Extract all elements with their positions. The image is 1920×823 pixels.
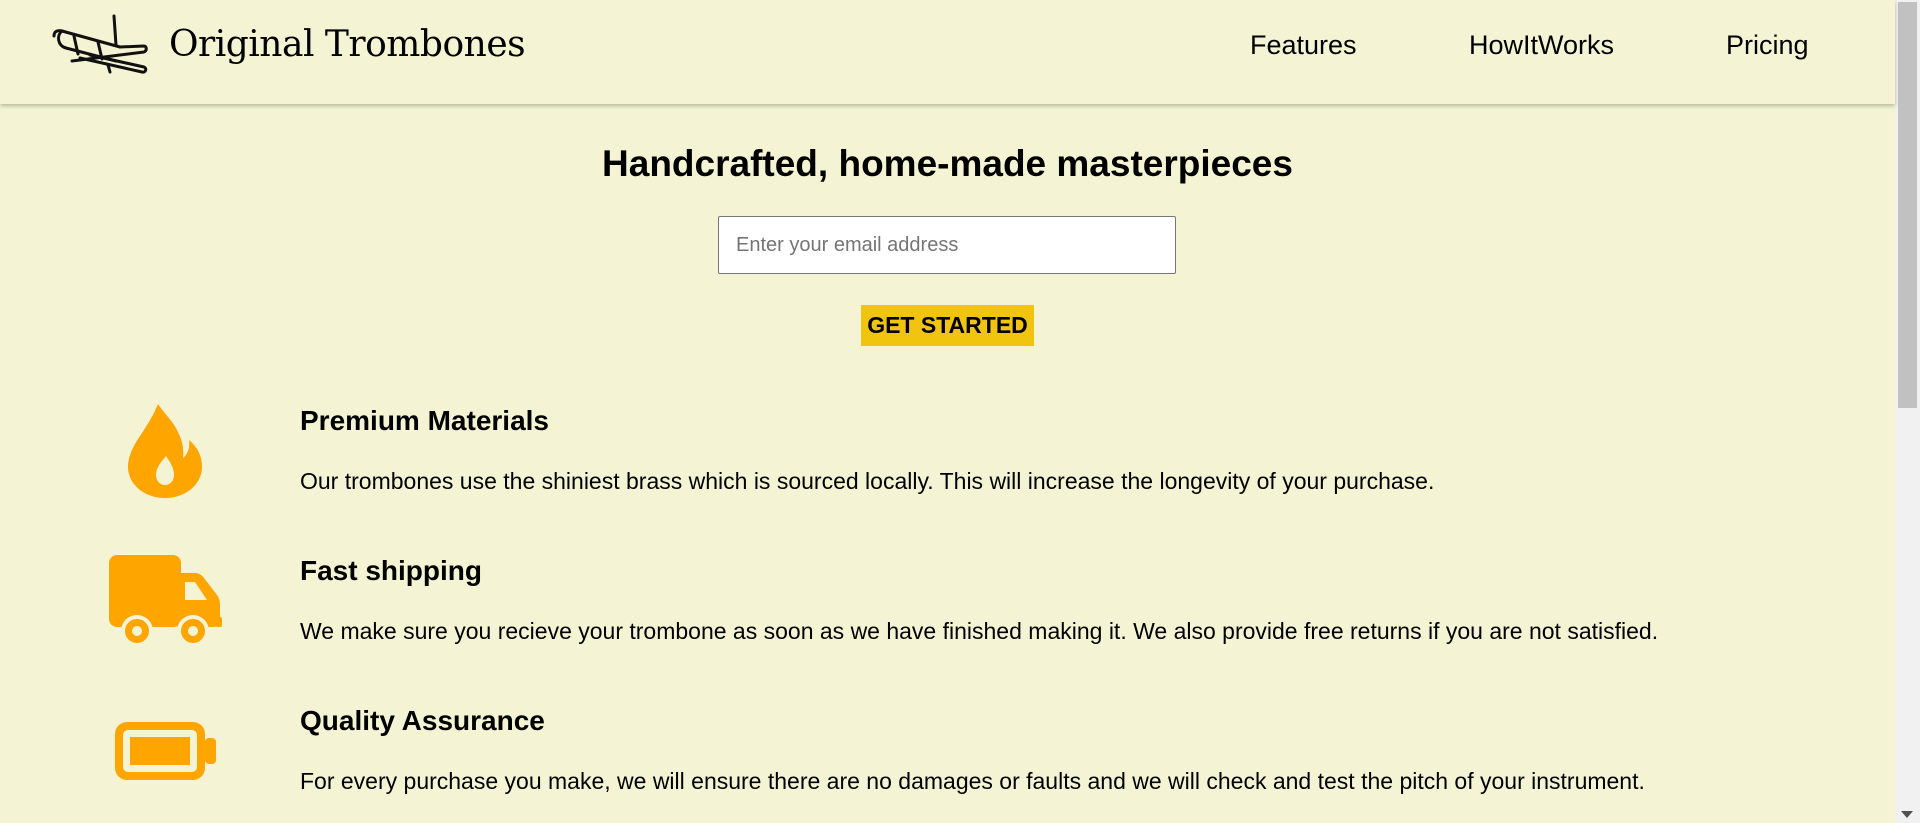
scrollbar-thumb[interactable]: [1898, 2, 1917, 408]
feature-title: Quality Assurance: [300, 705, 545, 736]
hero-title: Handcrafted, home-made masterpieces: [602, 143, 1293, 184]
fire-icon: [128, 404, 202, 498]
brand-name[interactable]: Original Trombones: [169, 24, 526, 65]
scroll-down-arrow-icon[interactable]: [1901, 811, 1913, 818]
nav-link-pricing[interactable]: Pricing: [1726, 30, 1809, 61]
battery-icon: [115, 722, 216, 780]
vertical-scrollbar[interactable]: [1895, 0, 1920, 823]
get-started-button[interactable]: GET STARTED: [861, 305, 1034, 346]
nav-link-features[interactable]: Features: [1250, 30, 1357, 61]
trombone-icon: [52, 14, 148, 74]
email-input[interactable]: [718, 216, 1176, 274]
feature-description: We make sure you recieve your trombone a…: [300, 618, 1659, 644]
truck-icon: [109, 555, 222, 647]
site-header: Original Trombones Features HowItWorks P…: [0, 0, 1895, 104]
feature-description: For every purchase you make, we will ens…: [300, 768, 1645, 794]
feature-description: Our trombones use the shiniest brass whi…: [300, 468, 1435, 494]
feature-title: Premium Materials: [300, 405, 549, 436]
feature-title: Fast shipping: [300, 555, 482, 586]
nav-link-how-it-works[interactable]: HowItWorks: [1469, 30, 1614, 61]
